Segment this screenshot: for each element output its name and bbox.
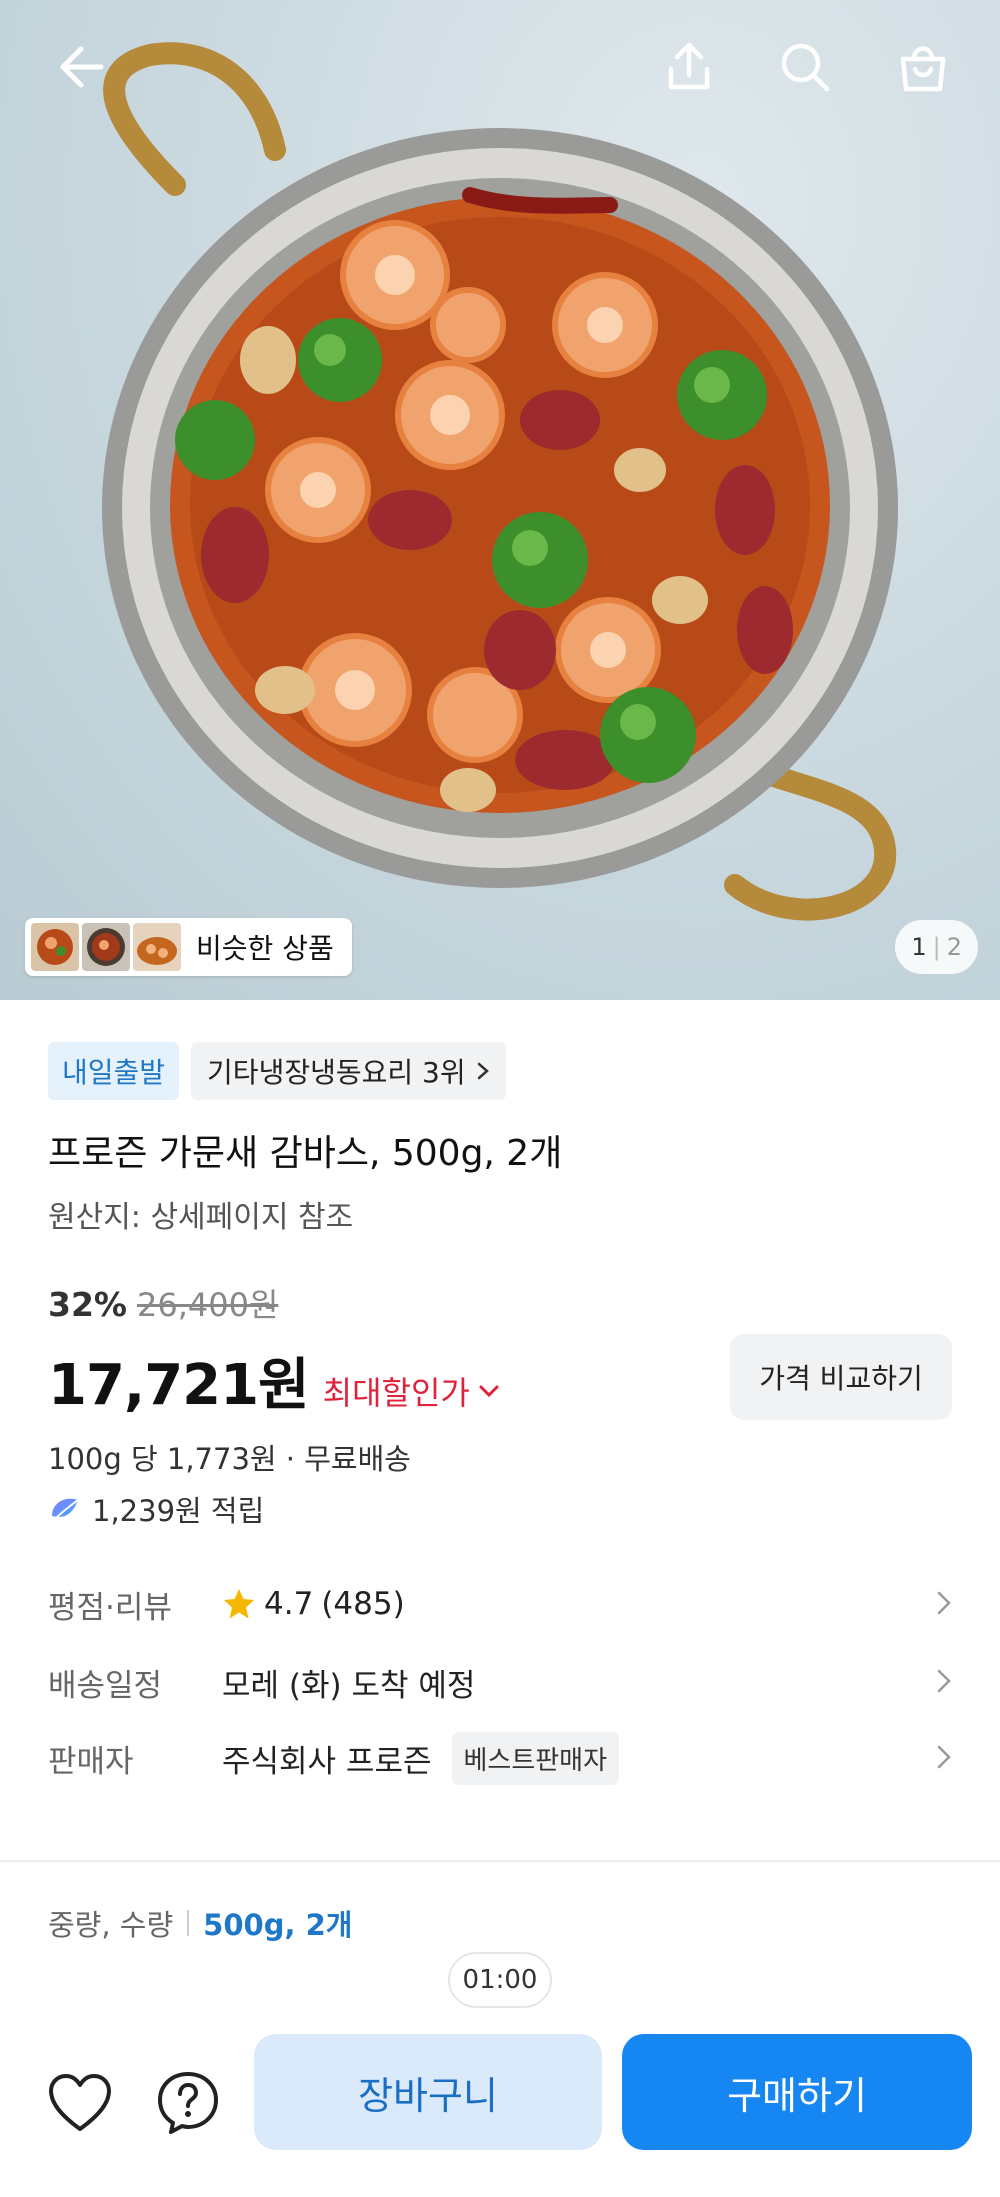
bottom-action-bar: 장바구니 구매하기: [0, 2030, 1000, 2197]
ranking-badge[interactable]: 기타냉장냉동요리 3위: [191, 1042, 506, 1100]
similar-thumbnail: [133, 923, 181, 971]
reward-coin-icon: [52, 1498, 79, 1519]
reward-row: 1,239원 적립: [48, 1488, 264, 1530]
seller-label: 판매자: [48, 1743, 134, 1780]
cart-icon[interactable]: [888, 32, 958, 102]
rating-review-row[interactable]: 평점·리뷰 4.7 (485): [48, 1574, 952, 1634]
image-pager: 1 | 2: [895, 920, 978, 974]
unit-price-shipping: 100g 당 1,773원 · 무료배송: [48, 1442, 411, 1476]
star-icon: [224, 1589, 254, 1619]
rating-value: 4.7: [264, 1586, 314, 1622]
discount-rate: 32%: [48, 1285, 127, 1324]
option-selector[interactable]: 중량, 수량 500g, 2개: [48, 1902, 352, 1944]
price-row: 17,721원 최대할인가: [48, 1340, 500, 1421]
sale-price: 17,721원: [48, 1353, 310, 1418]
original-price: 26,400원: [137, 1286, 279, 1324]
seller-name: 주식회사 프로즌: [222, 1743, 432, 1780]
seller-row[interactable]: 판매자 주식회사 프로즌 베스트판매자: [48, 1728, 952, 1788]
question-icon[interactable]: [150, 2065, 226, 2141]
option-label: 중량, 수량: [48, 1908, 174, 1942]
pager-total: 2: [946, 933, 962, 961]
shipping-schedule-row[interactable]: 배송일정 모레 (화) 도착 예정: [48, 1652, 952, 1712]
delivery-badge: 내일출발: [48, 1042, 180, 1100]
ranking-label: 기타냉장냉동요리 3위: [207, 1056, 466, 1089]
share-icon[interactable]: [654, 32, 724, 102]
review-count: (485): [321, 1586, 405, 1622]
origin-info: 원산지: 상세페이지 참조: [48, 1200, 354, 1235]
similar-thumbnail: [82, 923, 130, 971]
search-icon[interactable]: [770, 32, 840, 102]
seller-value-group: 주식회사 프로즌 베스트판매자: [222, 1731, 620, 1785]
chevron-right-icon: [937, 1591, 951, 1615]
max-discount-label: 최대할인가: [322, 1374, 470, 1412]
best-seller-badge: 베스트판매자: [451, 1731, 620, 1785]
similar-products-button[interactable]: 비슷한 상품: [25, 918, 352, 976]
option-separator: [187, 1910, 190, 1936]
rating-value-group: 4.7 (485): [222, 1586, 405, 1622]
pager-current: 1: [911, 933, 927, 961]
similar-products-label: 비슷한 상품: [196, 932, 334, 965]
chevron-down-icon: [479, 1385, 499, 1398]
badge-row: 내일출발 기타냉장냉동요리 3위: [48, 1042, 506, 1100]
section-divider: [0, 1860, 1000, 1862]
chevron-right-icon: [477, 1062, 489, 1080]
shipping-label: 배송일정: [48, 1667, 163, 1704]
add-to-cart-button[interactable]: 장바구니: [254, 2034, 602, 2150]
shipping-value: 모레 (화) 도착 예정: [222, 1667, 476, 1704]
discount-row: 32% 26,400원: [48, 1280, 278, 1326]
option-value: 500g, 2개: [203, 1908, 353, 1942]
chevron-right-icon: [937, 1745, 951, 1769]
pager-separator: |: [932, 933, 941, 961]
similar-thumbnail: [31, 923, 79, 971]
chevron-right-icon: [937, 1669, 951, 1693]
back-icon[interactable]: [44, 32, 114, 102]
reward-amount: 1,239원 적립: [92, 1494, 265, 1528]
max-discount-toggle[interactable]: 최대할인가: [323, 1368, 500, 1414]
product-image[interactable]: 비슷한 상품 1 | 2: [0, 0, 1000, 1000]
wishlist-heart-icon[interactable]: [42, 2065, 118, 2141]
timer-badge: 01:00: [448, 1952, 552, 2008]
product-title: 프로즌 가문새 감바스, 500g, 2개: [48, 1133, 563, 1174]
rating-label: 평점·리뷰: [48, 1589, 172, 1626]
product-photo: [102, 42, 898, 921]
price-compare-button[interactable]: 가격 비교하기: [730, 1334, 952, 1420]
buy-now-button[interactable]: 구매하기: [622, 2034, 972, 2150]
